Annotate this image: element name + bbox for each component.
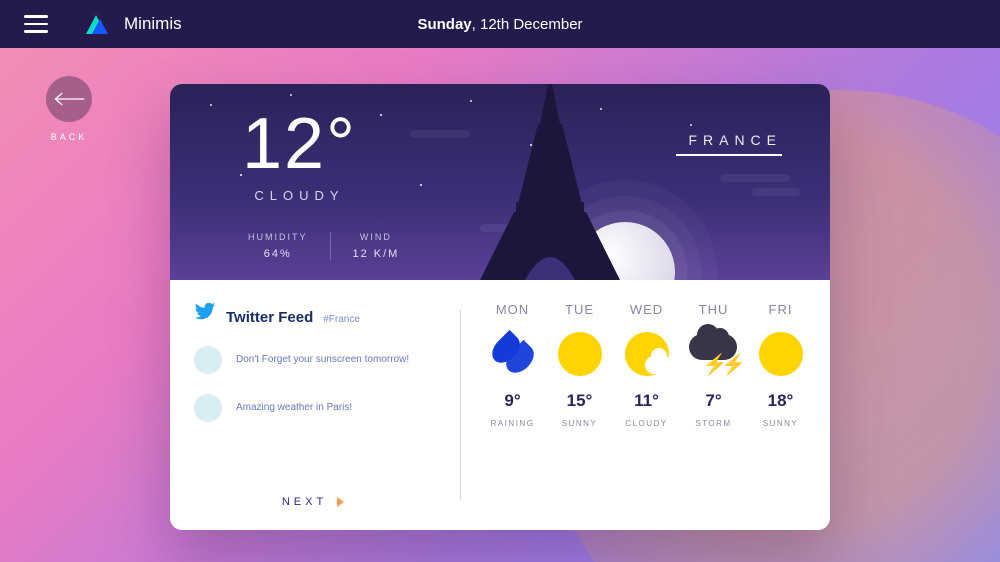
twitter-title: Twitter Feed: [226, 309, 313, 326]
day-temp: 18°: [768, 391, 794, 411]
day-name: THU: [699, 302, 729, 317]
day-temp: 9°: [504, 391, 520, 411]
wind-label: WIND: [353, 232, 400, 242]
location-label[interactable]: FRANCE: [676, 132, 782, 156]
forecast-day[interactable]: TUE 15° SUNNY: [546, 302, 613, 530]
wind-stat: WIND 12 K/M: [330, 232, 422, 260]
eiffel-tower-illustration: [470, 84, 630, 280]
sun-icon: [759, 325, 803, 383]
avatar: [194, 394, 222, 422]
back-label: BACK: [46, 132, 92, 142]
day-cond: CLOUDY: [625, 419, 667, 428]
day-name: WED: [630, 302, 663, 317]
menu-icon[interactable]: [24, 15, 48, 33]
day-cond: SUNNY: [562, 419, 598, 428]
top-bar: Minimis Sunday, 12th December: [0, 0, 1000, 48]
moon-cloud-icon: [625, 325, 669, 383]
hero-panel: 12° CLOUDY HUMIDITY 64% WIND 12 K/M FRAN…: [170, 84, 830, 280]
back-button[interactable]: [46, 76, 92, 122]
weather-card: 12° CLOUDY HUMIDITY 64% WIND 12 K/M FRAN…: [170, 84, 830, 530]
day-cond: RAINING: [491, 419, 535, 428]
day-temp: 11°: [634, 391, 659, 411]
twitter-next-button[interactable]: NEXT: [282, 490, 344, 518]
forecast-day[interactable]: WED 11° CLOUDY: [613, 302, 680, 530]
condition-label: CLOUDY: [242, 188, 357, 203]
twitter-hashtag[interactable]: #France: [323, 314, 360, 325]
humidity-label: HUMIDITY: [248, 232, 308, 242]
vertical-divider: [460, 310, 461, 500]
current-date: Sunday, 12th December: [417, 16, 582, 33]
sun-icon: [558, 325, 602, 383]
temperature-value: 12°: [242, 108, 357, 180]
rain-icon: [493, 325, 533, 383]
day-cond: STORM: [695, 419, 731, 428]
tweet-item[interactable]: Amazing weather in Paris!: [194, 394, 432, 422]
forecast-day[interactable]: MON 9° RAINING: [479, 302, 546, 530]
twitter-feed: Twitter Feed #France Don't Forget your s…: [170, 280, 450, 530]
lower-panel: Twitter Feed #France Don't Forget your s…: [170, 280, 830, 530]
day-name: FRI: [769, 302, 793, 317]
humidity-stat: HUMIDITY 64%: [226, 232, 330, 260]
forecast-day[interactable]: THU ⚡⚡ 7° STORM: [680, 302, 747, 530]
date-rest: , 12th December: [472, 16, 583, 33]
hero-temperature: 12° CLOUDY: [242, 108, 357, 203]
next-label: NEXT: [282, 496, 327, 508]
twitter-header: Twitter Feed #France: [194, 300, 432, 326]
day-name: MON: [496, 302, 529, 317]
day-temp: 15°: [567, 391, 593, 411]
avatar: [194, 346, 222, 374]
tweet-text: Don't Forget your sunscreen tomorrow!: [236, 353, 409, 367]
hero-stats: HUMIDITY 64% WIND 12 K/M: [226, 232, 421, 260]
wind-value: 12 K/M: [353, 248, 400, 260]
app-logo-icon: [84, 12, 108, 36]
app-name: Minimis: [124, 14, 182, 34]
forecast-row: MON 9° RAINING TUE 15° SUNNY WED 11° CLO…: [471, 280, 830, 530]
tweet-text: Amazing weather in Paris!: [236, 401, 352, 415]
day-cond: SUNNY: [763, 419, 799, 428]
humidity-value: 64%: [248, 248, 308, 260]
day-temp: 7°: [705, 391, 721, 411]
storm-icon: ⚡⚡: [687, 325, 741, 383]
forecast-day[interactable]: FRI 18° SUNNY: [747, 302, 814, 530]
date-weekday: Sunday: [417, 16, 471, 33]
twitter-icon: [194, 300, 216, 322]
tweet-item[interactable]: Don't Forget your sunscreen tomorrow!: [194, 346, 432, 374]
chevron-right-icon: [337, 497, 344, 507]
arrow-left-icon: [52, 91, 86, 107]
day-name: TUE: [565, 302, 594, 317]
back-nav: BACK: [46, 76, 92, 142]
